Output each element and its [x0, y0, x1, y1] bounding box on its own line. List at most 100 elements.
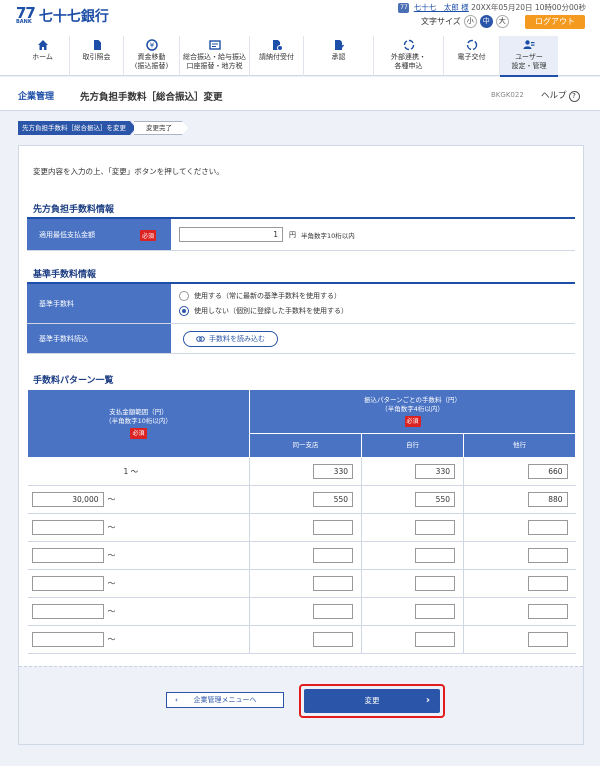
bulk-transfer-icon: [208, 40, 221, 50]
fee-other-input[interactable]: [527, 604, 568, 619]
page-title: 先方負担手数料［総合振込］変更: [80, 92, 223, 103]
fee-same-input[interactable]: 550: [313, 492, 353, 507]
fee-own-input[interactable]: [415, 576, 455, 591]
home-icon: [37, 40, 48, 50]
fee-other-input[interactable]: [527, 632, 568, 647]
fee-own-input[interactable]: [415, 520, 455, 535]
user-icon: 77: [398, 3, 410, 13]
request-icon: [272, 40, 283, 51]
range-min-input[interactable]: 30,000: [31, 492, 104, 507]
fee-own-input[interactable]: [415, 604, 455, 619]
range-min-input[interactable]: [31, 632, 104, 647]
nav-external-link[interactable]: 外部連携・ 各種申込: [374, 36, 444, 76]
chevron-left-icon: ‹: [175, 696, 178, 704]
login-datetime: 20XX年05月20日 10時00分00秒: [471, 3, 586, 12]
nav-home[interactable]: ホーム: [16, 36, 70, 76]
fee-same-input[interactable]: [313, 548, 353, 563]
nav-e-delivery[interactable]: 電子交付: [444, 36, 500, 76]
range-min-input[interactable]: [31, 604, 104, 619]
fee-pattern-table: 支払金額範囲（円） （半角数字10桁以内） 必須 振込パターンごとの手数料（円）…: [27, 389, 577, 654]
radio-nouse-control[interactable]: [179, 306, 189, 316]
section-title-fee-info: 先方負担手数料情報: [33, 205, 115, 215]
required-badge: 必須: [140, 230, 157, 241]
load-fee-button[interactable]: 手数料を読み込む: [183, 331, 278, 347]
fee-other-input[interactable]: [527, 576, 568, 591]
nav-approval[interactable]: 承認: [304, 36, 374, 76]
radio-use-control[interactable]: [179, 291, 189, 301]
logout-button[interactable]: ログアウト: [525, 15, 585, 29]
section-title-pattern-list: 手数料パターン一覧: [33, 376, 114, 386]
main-form-card: 変更内容を入力の上、「変更」ボタンを押してください。 先方負担手数料情報 適用最…: [18, 145, 584, 745]
range-start: 1 ～: [123, 467, 139, 476]
nav-inquiry[interactable]: 取引照会: [70, 36, 124, 76]
col-header-range: 支払金額範囲（円） （半角数字10桁以内） 必須: [27, 389, 250, 458]
transfer-icon: ¥: [145, 39, 158, 51]
load-icon: [196, 336, 205, 342]
help-link[interactable]: ヘルプ?: [541, 89, 580, 102]
range-min-input[interactable]: [31, 548, 104, 563]
submit-highlight: 変更 ›: [299, 684, 445, 718]
input-hint: 半角数字10桁以内: [301, 232, 355, 240]
svg-text:¥: ¥: [149, 42, 154, 50]
nav-bulk-transfer[interactable]: 総合振込・給与振込 口座振替・地方税: [180, 36, 250, 76]
table-row: ～: [27, 625, 576, 654]
chevron-right-icon: ›: [425, 695, 430, 706]
fee-same-input[interactable]: [313, 604, 353, 619]
font-size-label: 文字サイズ: [421, 17, 461, 26]
min-amount-input[interactable]: 1: [179, 227, 283, 242]
global-nav: ホーム 取引照会 ¥ 資金移動 (振込振替) 総合振込・給与振込 口座振替・地方…: [0, 36, 600, 77]
base-fee-load-row: 基準手数料読込 手数料を読み込む: [27, 324, 575, 354]
top-header: 77 BANK 七十七銀行 77 七十七 太郎 様 20XX年05月20日 10時…: [0, 0, 600, 36]
nav-transfer[interactable]: ¥ 資金移動 (振込振替): [124, 36, 180, 76]
min-amount-row: 適用最低支払金額 必須 1 円 半角数字10桁以内: [27, 219, 575, 251]
back-to-menu-button[interactable]: ‹ 企業管理メニューへ: [166, 692, 284, 708]
fee-same-input[interactable]: 330: [313, 464, 353, 479]
fee-other-input[interactable]: 660: [527, 464, 568, 479]
fee-same-input[interactable]: [313, 576, 353, 591]
e-delivery-icon: [466, 39, 477, 51]
fee-other-input[interactable]: [527, 548, 568, 563]
font-size-medium-button[interactable]: 中: [479, 15, 493, 28]
radio-use[interactable]: 使用する（常に最新の基準手数料を使用する）: [179, 291, 341, 301]
range-min-input[interactable]: [31, 576, 104, 591]
fee-own-input[interactable]: [415, 548, 455, 563]
step-current: 先方負担手数料［総合振込］を変更: [18, 121, 136, 135]
col-header-other-bank: 他行: [462, 433, 577, 458]
fee-own-input[interactable]: [415, 632, 455, 647]
font-size-small-button[interactable]: 小: [463, 15, 477, 28]
nav-payment-request[interactable]: 請納付受付: [250, 36, 304, 76]
fee-own-input[interactable]: 550: [415, 492, 455, 507]
yen-unit: 円: [289, 231, 296, 239]
user-info: 77 七十七 太郎 様 20XX年05月20日 10時00分00秒: [398, 2, 586, 13]
bank-name: 七十七銀行: [38, 9, 109, 25]
fee-own-input[interactable]: 330: [415, 464, 455, 479]
base-fee-load-label: 基準手数料読込: [27, 324, 171, 353]
font-size-large-button[interactable]: 大: [495, 15, 509, 28]
breadcrumb[interactable]: 企業管理: [18, 89, 54, 102]
table-row: ～: [27, 513, 576, 542]
base-fee-label: 基準手数料: [27, 284, 171, 323]
user-settings-icon: [523, 40, 535, 49]
nav-user-settings[interactable]: ユーザー 設定・管理: [500, 36, 558, 77]
radio-nouse[interactable]: 使用しない（個別に登録した手数料を使用する）: [179, 306, 348, 316]
font-size-control: 文字サイズ 小 中 大: [421, 15, 509, 28]
instruction-text: 変更内容を入力の上、「変更」ボタンを押してください。: [33, 167, 224, 176]
bank-logo[interactable]: 77 BANK 七十七銀行: [16, 6, 109, 26]
fee-same-input[interactable]: [313, 632, 353, 647]
help-icon: ?: [568, 91, 580, 102]
fee-other-input[interactable]: [527, 520, 568, 535]
base-fee-row: 基準手数料 使用する（常に最新の基準手数料を使用する） 使用しない（個別に登録し…: [27, 284, 575, 324]
page-title-bar: 企業管理 先方負担手数料［総合振込］変更 BKGK022 ヘルプ?: [0, 77, 600, 111]
col-header-same-branch: 同一支店: [249, 433, 362, 458]
table-row: ～: [27, 541, 576, 570]
fee-other-input[interactable]: 880: [527, 492, 568, 507]
submit-change-button[interactable]: 変更 ›: [304, 689, 440, 713]
range-min-input[interactable]: [31, 520, 104, 535]
screen-code: BKGK022: [491, 91, 524, 99]
table-row: 30,000 ～ 550 550 880: [27, 485, 576, 514]
document-icon: [93, 40, 101, 50]
user-name-link[interactable]: 七十七 太郎 様: [414, 3, 469, 12]
approval-icon: [334, 40, 344, 50]
fee-same-input[interactable]: [313, 520, 353, 535]
table-row: ～: [27, 597, 576, 626]
